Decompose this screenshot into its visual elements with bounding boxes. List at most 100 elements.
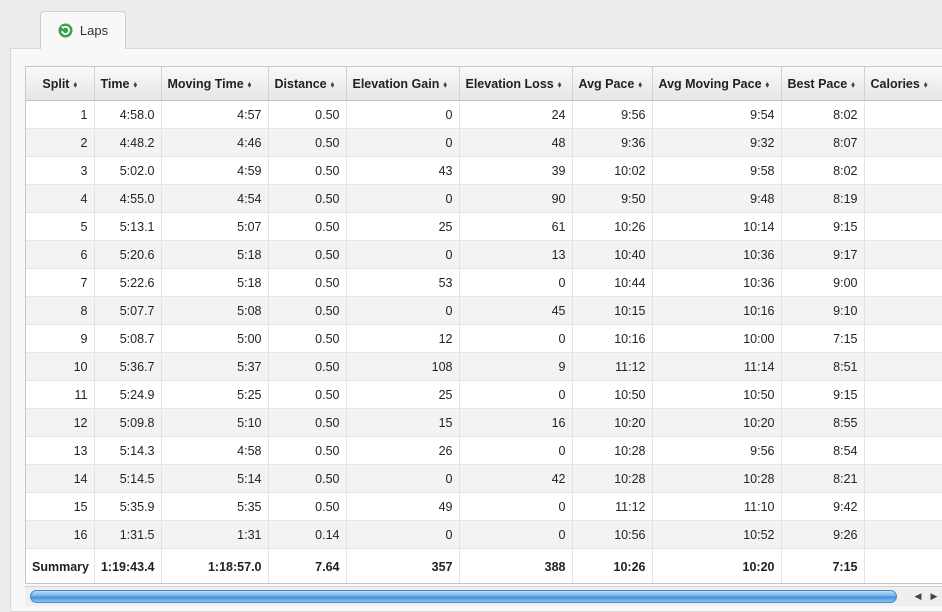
column-header-best-pace[interactable]: Best Pace ⬧ bbox=[781, 67, 865, 101]
cell-distance: 0.50 bbox=[268, 380, 347, 409]
tab-laps[interactable]: Laps bbox=[40, 11, 126, 49]
column-header-label: Avg Moving Pace bbox=[658, 76, 762, 91]
cell-distance: 0.50 bbox=[268, 296, 347, 325]
cell-avg-moving-pace: 11:14 bbox=[652, 352, 782, 381]
cell-elevation-gain: 0 bbox=[346, 464, 460, 493]
cell-calories: 8 bbox=[864, 380, 942, 409]
cell-avg-moving-pace: 9:54 bbox=[652, 100, 782, 129]
cell-avg-moving-pace: 10:28 bbox=[652, 464, 782, 493]
cell-avg-moving-pace: 9:56 bbox=[652, 436, 782, 465]
cell-calories: 7 bbox=[864, 464, 942, 493]
table-row[interactable]: 55:13.15:070.50256110:2610:149:158 bbox=[26, 212, 942, 241]
cell-elevation-gain: 26 bbox=[346, 436, 460, 465]
column-header-distance[interactable]: Distance ⬧ bbox=[268, 67, 347, 101]
cell-avg-pace: 10:40 bbox=[572, 240, 653, 269]
cell-best-pace: 8:21 bbox=[781, 464, 865, 493]
cell-distance: 0.50 bbox=[268, 212, 347, 241]
table-row[interactable]: 35:02.04:590.50433910:029:588:027 bbox=[26, 156, 942, 185]
scrollbar-thumb[interactable] bbox=[30, 590, 897, 603]
cell-distance: 0.50 bbox=[268, 100, 347, 129]
cell-split: 1 bbox=[26, 100, 95, 129]
cell-time: 5:35.9 bbox=[94, 492, 162, 521]
cell-elevation-gain: 0 bbox=[346, 296, 460, 325]
table-row[interactable]: 161:31.51:310.140010:5610:529:262 bbox=[26, 520, 942, 549]
column-header-time[interactable]: Time ⬧ bbox=[94, 67, 162, 101]
cell-moving-time: 5:10 bbox=[161, 408, 269, 437]
sort-arrows-icon: ⬧ bbox=[923, 79, 928, 89]
table-row[interactable]: 14:58.04:570.500249:569:548:027 bbox=[26, 100, 942, 129]
cell-best-pace: 8:07 bbox=[781, 128, 865, 157]
cell-avg-moving-pace: 10:00 bbox=[652, 324, 782, 353]
column-header-elevation-loss[interactable]: Elevation Loss ⬧ bbox=[459, 67, 573, 101]
cell-avg-moving-pace: 10:16 bbox=[652, 296, 782, 325]
cell-distance: 0.50 bbox=[268, 268, 347, 297]
cell-avg-moving-pace: 11:10 bbox=[652, 492, 782, 521]
cell-elevation-gain: 25 bbox=[346, 212, 460, 241]
tab-label: Laps bbox=[79, 23, 109, 38]
cell-split: 16 bbox=[26, 520, 95, 549]
column-header-calories[interactable]: Calories ⬧ bbox=[864, 67, 942, 101]
cell-distance: 0.50 bbox=[268, 464, 347, 493]
cell-time: 5:14.5 bbox=[94, 464, 162, 493]
cell-avg-moving-pace: 10:36 bbox=[652, 240, 782, 269]
horizontal-scrollbar[interactable]: ◀ ▶ bbox=[25, 586, 942, 606]
cell-moving-time: 5:37 bbox=[161, 352, 269, 381]
cell-moving-time: 5:25 bbox=[161, 380, 269, 409]
table-row[interactable]: 135:14.34:580.5026010:289:568:547 bbox=[26, 436, 942, 465]
cell-time: 5:07.7 bbox=[94, 296, 162, 325]
table-row[interactable]: 95:08.75:000.5012010:1610:007:158 bbox=[26, 324, 942, 353]
cell-elevation-gain: 0 bbox=[346, 128, 460, 157]
cell-avg-pace: 9:36 bbox=[572, 128, 653, 157]
scroll-left-icon[interactable]: ◀ bbox=[911, 589, 925, 604]
cell-moving-time: 4:57 bbox=[161, 100, 269, 129]
table-row[interactable]: 75:22.65:180.5053010:4410:369:007 bbox=[26, 268, 942, 297]
cell-moving-time: 5:08 bbox=[161, 296, 269, 325]
cell-calories: 8 bbox=[864, 324, 942, 353]
scroll-right-icon[interactable]: ▶ bbox=[927, 589, 941, 604]
cell-distance: 0.50 bbox=[268, 324, 347, 353]
cell-elevation-loss: 16 bbox=[459, 408, 573, 437]
cell-elevation-gain: 0 bbox=[346, 184, 460, 213]
cell-avg-pace: 11:12 bbox=[572, 492, 653, 521]
cell-moving-time: 5:14 bbox=[161, 464, 269, 493]
table-row[interactable]: 155:35.95:350.5049011:1211:109:428 bbox=[26, 492, 942, 521]
cell-time: 5:22.6 bbox=[94, 268, 162, 297]
cell-split: 14 bbox=[26, 464, 95, 493]
cell-avg-moving-pace: 9:32 bbox=[652, 128, 782, 157]
column-header-label: Best Pace bbox=[787, 76, 848, 91]
cell-split: 7 bbox=[26, 268, 95, 297]
cell-elevation-gain: 0 bbox=[346, 240, 460, 269]
summary-best-pace: 7:15 bbox=[781, 548, 865, 583]
table-row[interactable]: 85:07.75:080.5004510:1510:169:108 bbox=[26, 296, 942, 325]
cell-calories: 8 bbox=[864, 408, 942, 437]
cell-elevation-loss: 39 bbox=[459, 156, 573, 185]
cell-avg-pace: 10:26 bbox=[572, 212, 653, 241]
table-row[interactable]: 44:55.04:540.500909:509:488:197 bbox=[26, 184, 942, 213]
cell-time: 4:58.0 bbox=[94, 100, 162, 129]
column-header-label: Time bbox=[100, 76, 130, 91]
cell-moving-time: 5:18 bbox=[161, 240, 269, 269]
cell-elevation-loss: 13 bbox=[459, 240, 573, 269]
table-row[interactable]: 24:48.24:460.500489:369:328:078 bbox=[26, 128, 942, 157]
laps-table: Split ⬧ Time ⬧ Moving Time ⬧ Distance ⬧ Elevatio… bbox=[26, 67, 942, 583]
column-header-avg-pace[interactable]: Avg Pace ⬧ bbox=[572, 67, 653, 101]
column-header-moving-time[interactable]: Moving Time ⬧ bbox=[161, 67, 269, 101]
cell-split: 5 bbox=[26, 212, 95, 241]
column-header-avg-moving-pace[interactable]: Avg Moving Pace ⬧ bbox=[652, 67, 782, 101]
cell-elevation-gain: 0 bbox=[346, 100, 460, 129]
table-row[interactable]: 145:14.55:140.5004210:2810:288:217 bbox=[26, 464, 942, 493]
table-row[interactable]: 115:24.95:250.5025010:5010:509:158 bbox=[26, 380, 942, 409]
sort-arrows-icon: ⬧ bbox=[638, 79, 642, 89]
cell-elevation-loss: 42 bbox=[459, 464, 573, 493]
cell-calories: 7 bbox=[864, 100, 942, 129]
column-header-split[interactable]: Split ⬧ bbox=[26, 67, 95, 101]
column-header-label: Split bbox=[42, 76, 70, 91]
sort-arrows-icon: ⬧ bbox=[133, 79, 138, 89]
table-row[interactable]: 65:20.65:180.5001310:4010:369:178 bbox=[26, 240, 942, 269]
column-header-elevation-gain[interactable]: Elevation Gain ⬧ bbox=[346, 67, 460, 101]
table-row[interactable]: 105:36.75:370.50108911:1211:148:517 bbox=[26, 352, 942, 381]
table-row[interactable]: 125:09.85:100.50151610:2010:208:558 bbox=[26, 408, 942, 437]
cell-best-pace: 8:02 bbox=[781, 156, 865, 185]
cell-avg-pace: 10:20 bbox=[572, 408, 653, 437]
summary-time: 1:19:43.4 bbox=[94, 548, 162, 583]
